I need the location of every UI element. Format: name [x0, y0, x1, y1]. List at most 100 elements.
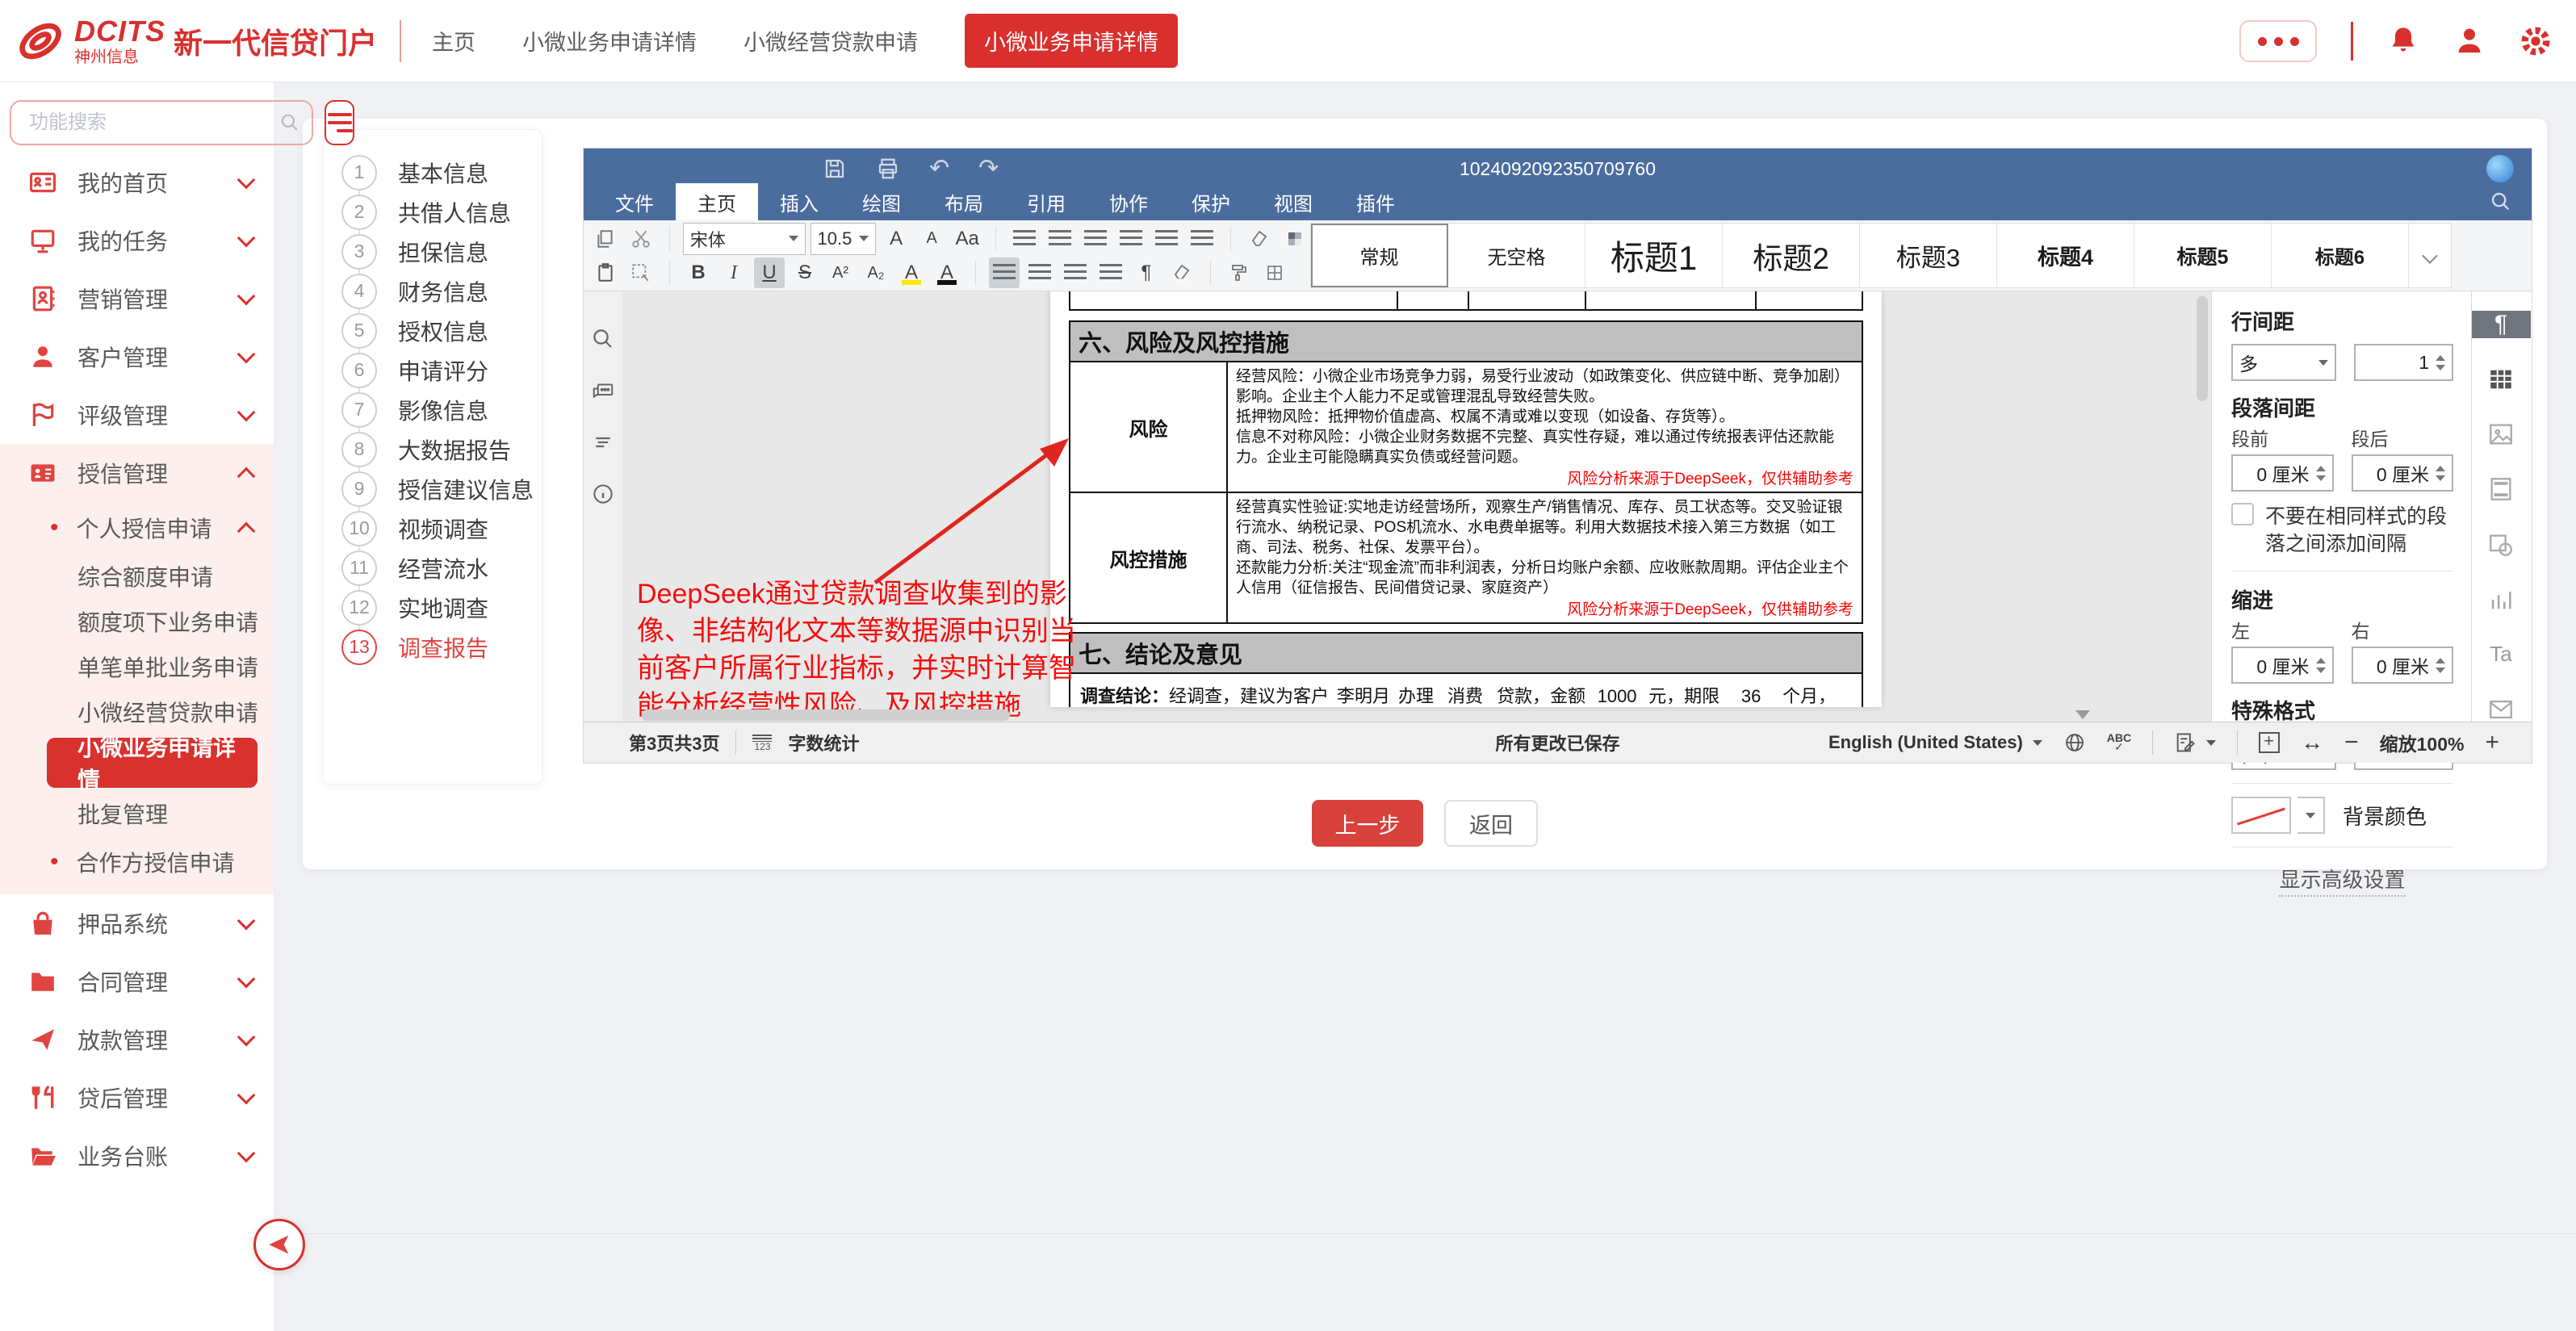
highlight-color-icon[interactable]: A: [896, 257, 927, 288]
spinner-icon[interactable]: [2316, 658, 2326, 673]
sidebar-item-my-home[interactable]: 我的首页: [0, 153, 274, 211]
step-coborrower[interactable]: 2共借人信息: [341, 192, 542, 232]
bullet-list-icon[interactable]: [1009, 224, 1040, 254]
language-selector[interactable]: English (United States): [1828, 732, 2023, 753]
search-input[interactable]: [29, 111, 279, 134]
edit-mode-icon[interactable]: [2174, 731, 2197, 754]
spinner-icon[interactable]: [2316, 466, 2326, 481]
tab-micro-loan-apply[interactable]: 小微经营贷款申请: [743, 25, 918, 57]
spellcheck-icon[interactable]: ABC✓: [2107, 734, 2131, 751]
step-bigdata-report[interactable]: 8大数据报告: [341, 429, 542, 469]
zoom-in-button[interactable]: +: [2485, 729, 2499, 756]
scroll-down-arrow-icon[interactable]: [2075, 710, 2090, 719]
outline-icon[interactable]: [591, 430, 615, 454]
bold-icon[interactable]: B: [683, 257, 714, 288]
menu-layout[interactable]: 布局: [923, 183, 1005, 220]
sidebar-item-micro-loan-apply[interactable]: 小微经营贷款申请: [0, 689, 274, 735]
sidebar-item-my-tasks[interactable]: 我的任务: [0, 211, 274, 270]
indent-right-stepper[interactable]: 0 厘米: [2352, 647, 2454, 684]
indent-left-stepper[interactable]: 0 厘米: [2231, 647, 2334, 684]
align-right-icon[interactable]: [1060, 257, 1091, 288]
paragraph-panel-tab[interactable]: ¶: [2472, 311, 2531, 338]
horizontal-scrollbar[interactable]: [622, 707, 2211, 723]
gear-icon[interactable]: [2519, 25, 2552, 57]
chart-panel-tab[interactable]: [2472, 586, 2531, 613]
line-spacing-select[interactable]: 多: [2231, 344, 2336, 381]
menu-references[interactable]: 引用: [1005, 183, 1087, 220]
sidebar-item-under-quota[interactable]: 额度项下业务申请: [0, 599, 274, 644]
menu-draw[interactable]: 绘图: [840, 183, 923, 220]
grow-font-icon[interactable]: A: [881, 224, 911, 254]
assistant-float-button[interactable]: [253, 1219, 305, 1270]
document-canvas[interactable]: 六、风险及风控措施 风险 经营风险：小微企业市场竞争力弱，易受行业波动（如政策变…: [622, 291, 2211, 723]
editor-search[interactable]: [2490, 190, 2512, 217]
field-amount[interactable]: 1000: [1585, 685, 1648, 707]
previous-step-button[interactable]: 上一步: [1312, 800, 1423, 847]
strikethrough-icon[interactable]: S: [790, 257, 820, 288]
step-field-survey[interactable]: 12实地调查: [341, 588, 542, 627]
font-size-select[interactable]: 10.5: [810, 223, 877, 255]
menu-view[interactable]: 视图: [1252, 183, 1334, 220]
spacing-before-stepper[interactable]: 0 厘米: [2231, 454, 2334, 492]
step-scoring[interactable]: 6申请评分: [341, 350, 542, 390]
step-basic-info[interactable]: 1基本信息: [341, 153, 542, 192]
same-style-checkbox[interactable]: [2231, 503, 2254, 525]
sidebar-item-post-loan[interactable]: 贷后管理: [0, 1069, 274, 1127]
step-imaging[interactable]: 7影像信息: [341, 390, 542, 429]
tab-micro-detail-active[interactable]: 小微业务申请详情: [965, 14, 1178, 68]
select-icon[interactable]: [626, 257, 656, 288]
find-icon[interactable]: [591, 327, 615, 351]
step-business-flow[interactable]: 11经营流水: [341, 548, 542, 588]
line-spacing-icon[interactable]: [1187, 224, 1217, 254]
font-name-select[interactable]: 宋体: [683, 223, 806, 255]
align-left-icon[interactable]: [989, 257, 1020, 288]
globe-icon[interactable]: [2063, 731, 2086, 754]
spacing-after-stepper[interactable]: 0 厘米: [2352, 454, 2454, 492]
multilevel-list-icon[interactable]: [1080, 224, 1111, 254]
sidebar-item-single-batch[interactable]: 单笔单批业务申请: [0, 644, 274, 689]
menu-file[interactable]: 文件: [593, 183, 676, 220]
document-page[interactable]: 六、风险及风控措施 风险 经营风险：小微企业市场竞争力弱，易受行业波动（如政策变…: [1050, 291, 1882, 707]
step-guarantee[interactable]: 3担保信息: [341, 232, 542, 271]
fit-page-icon[interactable]: [2259, 732, 2280, 753]
more-button[interactable]: [2239, 20, 2317, 62]
gallery-expand-button[interactable]: [2409, 224, 2451, 287]
sidebar-item-credit-mgmt[interactable]: 授信管理: [0, 444, 274, 502]
vertical-scrollbar[interactable]: [2197, 296, 2208, 401]
copy-icon[interactable]: [590, 224, 621, 254]
table-panel-tab[interactable]: [2472, 366, 2531, 393]
clear-format-icon[interactable]: [1244, 224, 1275, 254]
sidebar-item-marketing[interactable]: 营销管理: [0, 270, 274, 328]
step-finance[interactable]: 4财务信息: [341, 271, 542, 311]
field-loan-type[interactable]: 消费: [1434, 685, 1497, 707]
zoom-out-button[interactable]: −: [2344, 729, 2359, 756]
theme-icon[interactable]: [2486, 155, 2514, 182]
underline-icon[interactable]: U: [754, 257, 785, 288]
scrollbar-thumb[interactable]: [642, 709, 1010, 721]
menu-insert[interactable]: 插入: [758, 183, 840, 220]
numbered-list-icon[interactable]: [1045, 224, 1075, 254]
collapse-menu-button[interactable]: [325, 100, 354, 145]
italic-icon[interactable]: I: [718, 257, 749, 288]
paragraph-mark-icon[interactable]: ¶: [1131, 257, 1162, 288]
mail-panel-tab[interactable]: [2472, 696, 2531, 723]
shading-icon[interactable]: [1280, 224, 1310, 254]
style-no-spacing[interactable]: 无空格: [1448, 224, 1585, 287]
shrink-font-icon[interactable]: A: [916, 224, 947, 254]
style-normal[interactable]: 常规: [1311, 224, 1448, 287]
subscript-icon[interactable]: A₂: [861, 257, 891, 288]
bell-icon[interactable]: [2387, 25, 2419, 57]
sidebar-item-comprehensive-quota[interactable]: 综合额度申请: [0, 554, 274, 599]
menu-collaborate[interactable]: 协作: [1087, 183, 1170, 220]
sidebar-item-customers[interactable]: 客户管理: [0, 328, 274, 386]
info-icon[interactable]: [591, 482, 615, 506]
sidebar-item-ledger[interactable]: 业务台账: [0, 1127, 274, 1185]
increase-indent-icon[interactable]: [1151, 224, 1182, 254]
style-heading6[interactable]: 标题6: [2272, 224, 2409, 287]
page-panel-tab[interactable]: [2472, 475, 2531, 503]
field-customer-name[interactable]: 李明月: [1329, 685, 1398, 707]
tab-home[interactable]: 主页: [432, 25, 475, 57]
textart-panel-tab[interactable]: Ta: [2472, 641, 2531, 668]
sidebar-item-personal-credit[interactable]: • 个人授信申请: [0, 502, 274, 554]
step-survey-report[interactable]: 13调查报告: [341, 627, 542, 667]
